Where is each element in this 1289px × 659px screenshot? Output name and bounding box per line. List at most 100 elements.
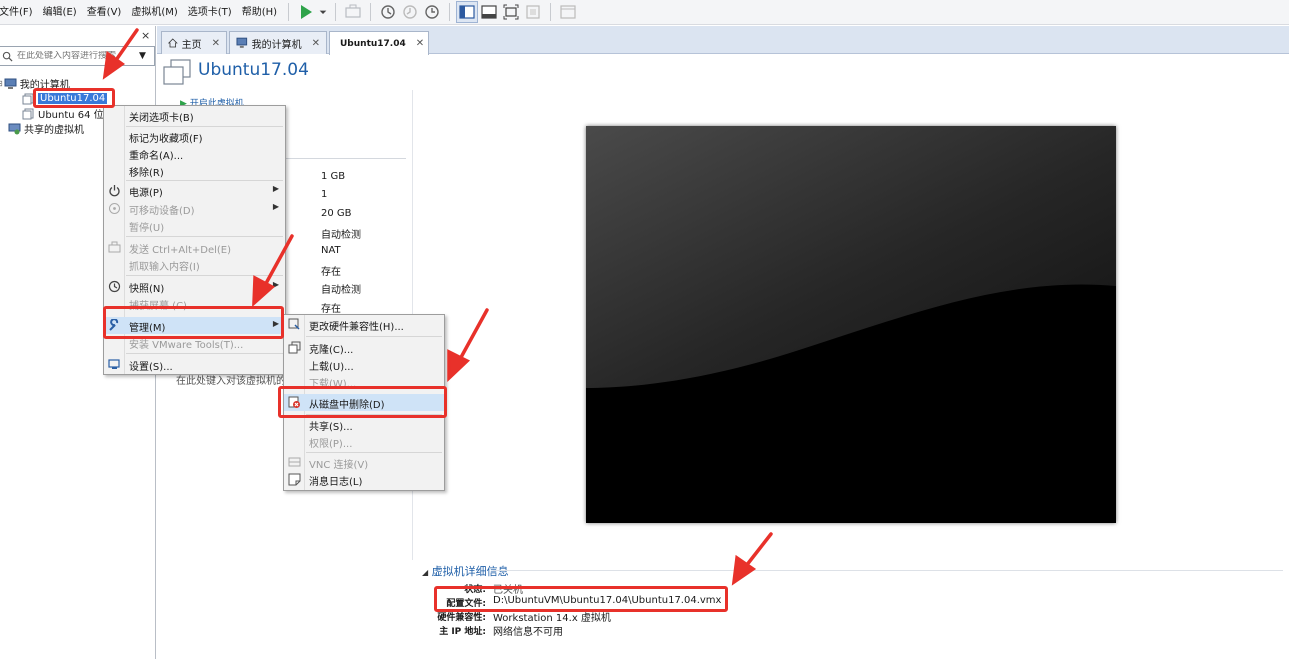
library-search: ▼: [0, 46, 155, 66]
menu-help[interactable]: 帮助(H): [237, 0, 282, 25]
menu-item-label: 关闭选项卡(B): [129, 113, 194, 124]
menu-item-grab-input[interactable]: 抓取输入内容(I): [104, 256, 285, 273]
keyboard-icon: [345, 4, 361, 18]
submenu-arrow-icon: ▶: [272, 184, 279, 193]
annotation-arrowhead: [447, 349, 471, 383]
toolbar-separator: [449, 3, 451, 21]
device-usb-value: 存在: [321, 267, 341, 278]
computer-icon: [4, 78, 17, 89]
menu-item-send-ctrl-alt-del[interactable]: 发送 Ctrl+Alt+Del(E): [104, 239, 285, 256]
menu-separator: [126, 180, 283, 181]
menu-item-label: 重命名(A)...: [129, 151, 184, 162]
tab-close-icon[interactable]: ✕: [212, 38, 220, 49]
vm-icon: [22, 108, 34, 119]
clone-icon: [288, 341, 301, 354]
menu-item-snapshot[interactable]: 快照(N) ▶: [104, 278, 285, 295]
snapshot-manager-button[interactable]: [421, 1, 443, 23]
annotation-box-config-file: [434, 586, 728, 612]
settings-icon: [108, 359, 120, 369]
toolbar-separator: [370, 3, 372, 21]
menu-edit[interactable]: 编辑(E): [38, 0, 82, 25]
vm-screen-preview[interactable]: [586, 126, 1116, 523]
menu-item-label: 权限(P)...: [309, 439, 353, 450]
menu-item-label: 暂停(U): [129, 223, 165, 234]
menu-separator: [126, 275, 283, 276]
removable-device-icon: [109, 203, 120, 214]
menu-item-rename[interactable]: 重命名(A)...: [104, 145, 285, 162]
device-processors-value: 1: [321, 189, 328, 200]
tree-collapse-icon[interactable]: ⊟: [0, 79, 3, 88]
tree-item-ubuntu64[interactable]: Ubuntu 64 位: [22, 106, 104, 121]
send-ctrl-alt-del-button[interactable]: [342, 1, 364, 23]
detail-label-ip: 主 IP 地址:: [439, 627, 486, 637]
tab-close-icon[interactable]: ✕: [312, 38, 320, 49]
menu-view[interactable]: 查看(V): [82, 0, 127, 25]
library-view-icon: [459, 5, 475, 19]
menu-item-close-tab[interactable]: 关闭选项卡(B): [104, 107, 285, 124]
tab-home[interactable]: 主页 ✕: [161, 31, 227, 54]
collapse-triangle-icon: ◢: [422, 568, 429, 577]
tree-label-ubuntu64: Ubuntu 64 位: [38, 110, 104, 121]
unity-button[interactable]: [522, 1, 544, 23]
tab-strip: 主页 ✕ 我的计算机 ✕ Ubuntu17.04 ✕: [157, 26, 1289, 55]
power-on-button[interactable]: [295, 1, 317, 23]
annotation-box-vm: [33, 88, 115, 108]
search-dropdown-icon[interactable]: ▼: [139, 51, 146, 61]
menu-tabs[interactable]: 选项卡(T): [183, 0, 237, 25]
menu-item-label: 设置(S)...: [129, 362, 173, 373]
revert-snapshot-button[interactable]: [399, 1, 421, 23]
menu-vm[interactable]: 虚拟机(M): [126, 0, 182, 25]
menu-item-label: 移除(R): [129, 168, 164, 179]
show-library-button[interactable]: [456, 1, 479, 23]
menu-separator: [126, 236, 283, 237]
vm-screen-graphic: [586, 126, 1116, 523]
menu-item-label: 发送 Ctrl+Alt+Del(E): [129, 245, 232, 256]
home-icon: [168, 38, 178, 48]
menu-item-pause[interactable]: 暂停(U): [104, 217, 285, 234]
toolbar-separator: [288, 3, 290, 21]
vm-details-header[interactable]: ◢ 虚拟机详细信息: [422, 563, 509, 579]
library-search-input[interactable]: [17, 51, 135, 61]
vm-large-icon: [163, 59, 191, 85]
menu-item-message-log[interactable]: 消息日志(L): [284, 471, 444, 488]
console-view-icon: [560, 5, 576, 19]
power-icon: [109, 185, 120, 197]
tab-ubuntu1704[interactable]: Ubuntu17.04 ✕: [329, 31, 429, 55]
take-snapshot-button[interactable]: [377, 1, 399, 23]
play-icon: [301, 5, 313, 19]
menu-item-upload[interactable]: 上载(U)...: [284, 356, 444, 373]
menu-item-share[interactable]: 共享(S)...: [284, 416, 444, 433]
menu-item-change-hardware-compat[interactable]: 更改硬件兼容性(H)...: [284, 316, 444, 333]
tab-my-computer[interactable]: 我的计算机 ✕: [229, 31, 327, 54]
snapshot-icon: [108, 280, 121, 293]
menu-item-removable-devices[interactable]: 可移动设备(D) ▶: [104, 200, 285, 217]
menu-separator: [306, 336, 442, 337]
library-close-button[interactable]: ×: [141, 29, 150, 42]
power-dropdown-button[interactable]: [317, 1, 329, 23]
thumbnail-bar-button[interactable]: [478, 1, 500, 23]
shared-vms-icon: [8, 123, 21, 134]
device-printer-value: 存在: [321, 304, 341, 315]
tab-ubuntu1704-label: Ubuntu17.04: [340, 38, 406, 49]
menu-item-label: 更改硬件兼容性(H)...: [309, 322, 404, 333]
full-screen-button[interactable]: [500, 1, 522, 23]
menu-item-add-favorite[interactable]: 标记为收藏项(F): [104, 128, 285, 145]
tab-close-icon[interactable]: ✕: [416, 38, 424, 49]
menu-separator: [126, 353, 283, 354]
menu-separator: [126, 126, 283, 127]
menu-item-label: 消息日志(L): [309, 477, 363, 488]
menu-item-settings[interactable]: 设置(S)...: [104, 356, 285, 373]
console-view-button[interactable]: [557, 1, 579, 23]
snapshot-revert-icon: [403, 5, 417, 19]
menu-item-power[interactable]: 电源(P) ▶: [104, 182, 285, 199]
menu-item-clone[interactable]: 克隆(C)...: [284, 339, 444, 356]
menu-item-label: 可移动设备(D): [129, 206, 195, 217]
message-log-icon: [288, 473, 301, 486]
menu-item-vnc[interactable]: VNC 连接(V): [284, 454, 444, 471]
menu-file[interactable]: 文件(F): [0, 0, 38, 25]
menu-item-remove[interactable]: 移除(R): [104, 162, 285, 179]
menu-item-label: VNC 连接(V): [309, 460, 369, 471]
menu-item-permissions[interactable]: 权限(P)...: [284, 433, 444, 450]
tree-item-shared-vms[interactable]: 共享的虚拟机: [8, 121, 84, 136]
vm-details-title: 虚拟机详细信息: [431, 565, 509, 578]
